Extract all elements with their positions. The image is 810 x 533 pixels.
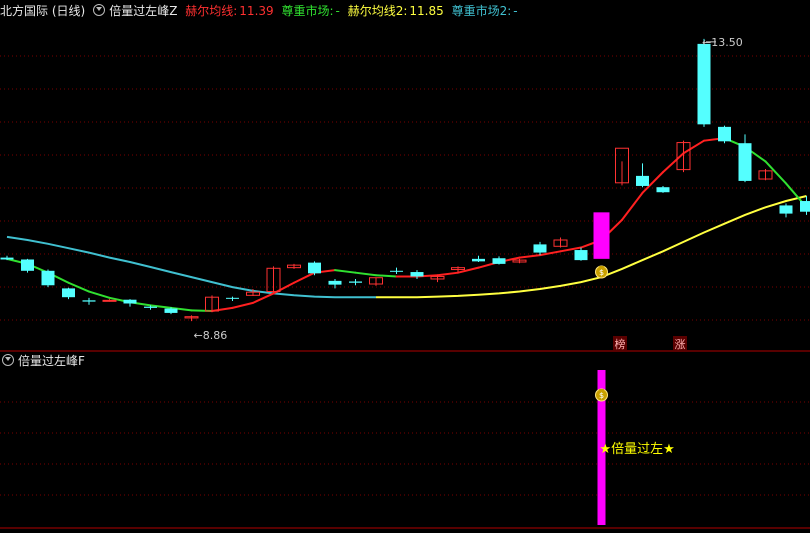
candle-body <box>636 175 649 186</box>
candle-body <box>492 258 506 264</box>
candle-body <box>164 308 178 313</box>
candle-body <box>144 306 157 308</box>
hull-fast-segment <box>88 290 111 299</box>
symbol-title: 北方国际 (日线) <box>0 4 86 18</box>
sub-panel-grid <box>0 401 810 529</box>
candle-body <box>226 297 239 299</box>
candles <box>0 38 810 322</box>
hull-fast-segment <box>293 271 316 284</box>
money-bag-symbol: $ <box>599 268 604 277</box>
signal-text: ★倍量过左★ <box>600 442 675 457</box>
hull-slow-segment <box>376 195 807 299</box>
candle-body <box>533 244 547 253</box>
hull-fast-segment <box>457 266 480 274</box>
respect2-value: - <box>513 4 518 18</box>
money-bag-symbol: $ <box>599 391 604 400</box>
main-panel-grid <box>0 55 810 352</box>
candle-body <box>390 270 403 272</box>
low-price-label: ←8.86 <box>194 329 228 342</box>
ma2-label: 赫尔均线2: <box>347 4 408 18</box>
candle-body <box>472 258 485 262</box>
candle-body <box>656 187 670 193</box>
candle-body <box>800 201 810 212</box>
hull-fast-segment <box>518 254 541 259</box>
signal-bar-main <box>593 212 610 259</box>
dropdown-icon[interactable] <box>2 354 14 366</box>
candle-body <box>0 257 14 260</box>
respect2-label: 尊重市场2: <box>451 4 512 18</box>
money-bag-icon: $ <box>595 388 608 402</box>
candle-body <box>62 288 75 298</box>
candle-body <box>718 126 731 142</box>
candle-body <box>349 281 362 283</box>
main-header: 北方国际 (日线) 倍量过左峰Z 赫尔均线: 11.39 尊重市场: - 赫尔均线2:… <box>0 2 522 20</box>
candle-body <box>41 270 55 286</box>
hull-slow-line <box>6 195 807 299</box>
candle-body <box>308 262 321 274</box>
candle-body <box>779 205 793 214</box>
respect-label: 尊重市场: <box>281 4 334 18</box>
money-bag-icon: $ <box>595 265 608 279</box>
dropdown-icon[interactable] <box>93 4 106 16</box>
candle-body <box>328 280 342 285</box>
candle-body <box>123 299 137 304</box>
ma-value: 11.39 <box>239 4 274 18</box>
hull-fast-segment <box>621 191 644 221</box>
hull-fast-segment <box>436 271 459 277</box>
chart-canvas: ←13.50 ←8.86 $ $ ★倍量过左★ 榜 涨 <box>0 36 810 529</box>
indicator-name[interactable]: 倍量过左峰Z <box>109 4 177 18</box>
candle-body <box>738 143 752 181</box>
hull-fast-line <box>6 137 808 313</box>
candle-body <box>82 300 96 302</box>
marker-zhang: 涨 <box>675 338 686 351</box>
high-price-label: ←13.50 <box>702 36 743 49</box>
candle-body <box>574 250 588 261</box>
candle-body <box>697 43 711 125</box>
sub-indicator-name[interactable]: 倍量过左峰F <box>18 354 85 368</box>
hull-fast-segment <box>375 274 398 278</box>
ma-label: 赫尔均线: <box>185 4 238 18</box>
ma2-value: 11.85 <box>409 4 444 18</box>
respect-value: - <box>335 4 340 18</box>
marker-bang: 榜 <box>615 337 626 351</box>
hull-fast-segment <box>334 269 357 274</box>
sub-header: 倍量过左峰F <box>0 352 89 370</box>
hull-fast-segment <box>231 301 254 309</box>
candle-body <box>102 299 117 302</box>
annotations: ←13.50 ←8.86 $ $ ★倍量过左★ 榜 涨 <box>194 36 743 457</box>
candle-body <box>410 272 424 277</box>
hull-fast-segment <box>764 160 787 185</box>
signal-candle <box>593 212 610 259</box>
candle-body <box>21 259 34 271</box>
hull-fast-segment <box>354 271 377 277</box>
